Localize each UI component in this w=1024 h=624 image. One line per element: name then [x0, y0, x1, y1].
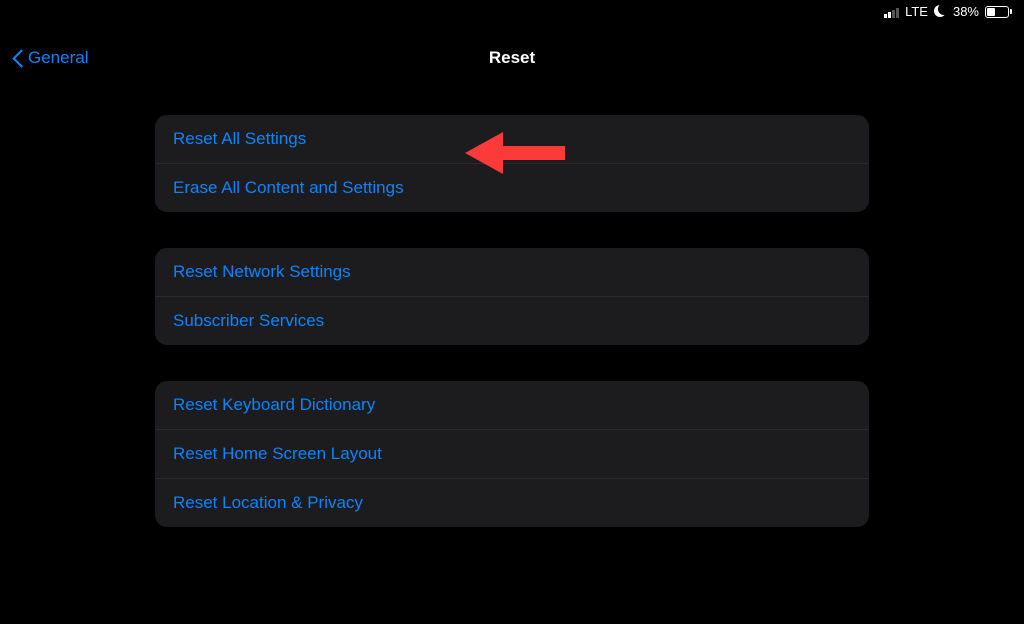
back-button[interactable]: General	[12, 48, 88, 68]
cellular-signal-icon	[884, 6, 899, 18]
reset-location-privacy[interactable]: Reset Location & Privacy	[155, 479, 869, 527]
settings-group: Reset Network Settings Subscriber Servic…	[155, 248, 869, 345]
do-not-disturb-icon	[934, 5, 947, 18]
settings-group: Reset Keyboard Dictionary Reset Home Scr…	[155, 381, 869, 527]
battery-percent: 38%	[953, 4, 979, 19]
page-title: Reset	[489, 48, 535, 68]
settings-group: Reset All Settings Erase All Content and…	[155, 115, 869, 212]
reset-network-settings[interactable]: Reset Network Settings	[155, 248, 869, 297]
reset-keyboard-dictionary[interactable]: Reset Keyboard Dictionary	[155, 381, 869, 430]
back-label: General	[28, 48, 88, 68]
status-bar: LTE 38%	[884, 4, 1012, 19]
reset-all-settings[interactable]: Reset All Settings	[155, 115, 869, 164]
nav-bar: General Reset	[0, 34, 1024, 82]
battery-icon	[985, 6, 1012, 18]
settings-list: Reset All Settings Erase All Content and…	[155, 115, 869, 563]
network-label: LTE	[905, 4, 928, 19]
subscriber-services[interactable]: Subscriber Services	[155, 297, 869, 345]
reset-home-screen-layout[interactable]: Reset Home Screen Layout	[155, 430, 869, 479]
erase-all-content[interactable]: Erase All Content and Settings	[155, 164, 869, 212]
chevron-left-icon	[12, 48, 24, 68]
